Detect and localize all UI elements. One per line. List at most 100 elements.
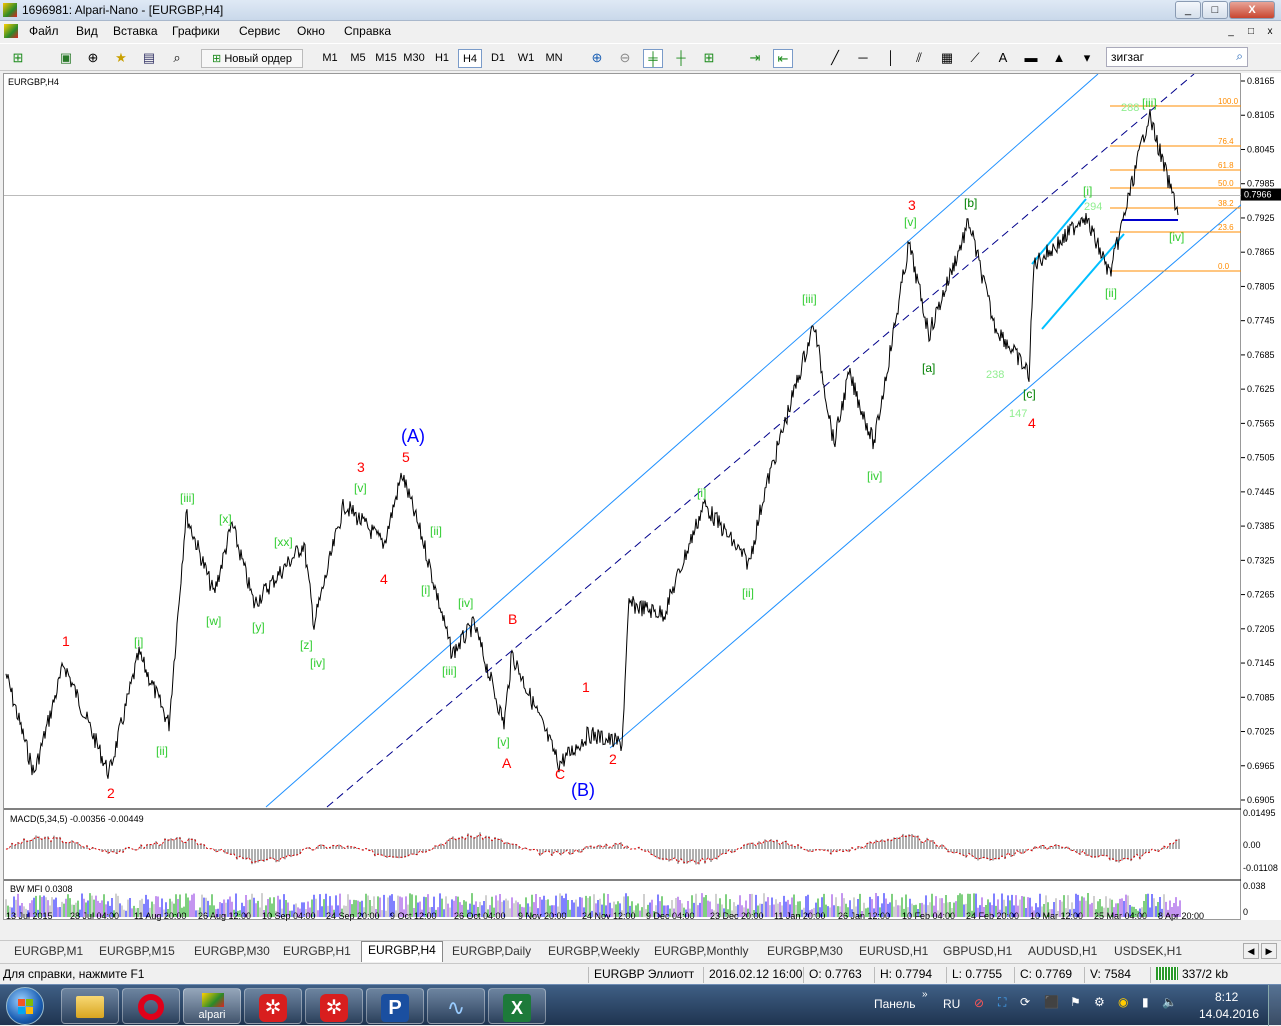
explorer-taskbar-button[interactable] bbox=[61, 988, 119, 1024]
search-icon[interactable]: ⌕ bbox=[1236, 49, 1243, 64]
tray-volume-icon[interactable]: 🔈 bbox=[1162, 995, 1177, 1009]
windows-logo-icon bbox=[18, 999, 25, 1006]
maximize-button[interactable]: □ bbox=[1202, 1, 1228, 19]
tab-eurgbp-daily[interactable]: EURGBP,Daily bbox=[446, 943, 537, 961]
market-watch-icon[interactable]: ▣ bbox=[56, 49, 76, 68]
tab-eurgbp-m1[interactable]: EURGBP,M1 bbox=[8, 943, 89, 961]
tray-chat-icon[interactable]: ◉ bbox=[1118, 995, 1128, 1009]
tray-network-icon[interactable]: ▮ bbox=[1142, 995, 1149, 1009]
zoom-in-icon[interactable]: ⊕ bbox=[587, 49, 607, 68]
label-tool-icon[interactable]: ▬ bbox=[1021, 49, 1041, 68]
clock-date[interactable]: 14.04.2016 bbox=[1199, 1007, 1259, 1021]
timeframe-m30-button[interactable]: M30 bbox=[402, 49, 426, 68]
search-input[interactable]: зигзаг ⌕ bbox=[1106, 47, 1248, 67]
menu-help[interactable]: Справка bbox=[344, 24, 391, 38]
strategy-tester-icon[interactable]: ⌕ bbox=[167, 49, 187, 68]
price-chart[interactable]: EURGBP,H4 MACD(5,34,5) -0.00356 -0.00449 B… bbox=[4, 74, 1242, 921]
chart-window[interactable]: EURGBP,H4 MACD(5,34,5) -0.00356 -0.00449 B… bbox=[3, 73, 1242, 921]
tray-settings-icon[interactable]: ⚙ bbox=[1094, 995, 1105, 1009]
fibonacci-tool-icon[interactable]: ▦ bbox=[937, 49, 957, 68]
fibonacci-fan-icon[interactable]: ⟋ bbox=[965, 49, 985, 68]
tray-app-icon[interactable]: ⬛ bbox=[1044, 995, 1059, 1009]
excel-taskbar-button[interactable]: X bbox=[488, 988, 546, 1024]
window-title: 1696981: Alpari-Nano - [EURGBP,H4] bbox=[22, 3, 224, 17]
line-chart-icon[interactable]: ⊞ bbox=[699, 49, 719, 68]
panel-label[interactable]: Панель bbox=[874, 997, 915, 1011]
timeframe-mn-button[interactable]: MN bbox=[542, 49, 566, 68]
tab-eurgbp-m30[interactable]: EURGBP,M30 bbox=[761, 943, 849, 961]
tab-eurgbp-weekly[interactable]: EURGBP,Weekly bbox=[542, 943, 646, 961]
zoom-out-icon[interactable]: ⊖ bbox=[615, 49, 635, 68]
timeframe-h1-button[interactable]: H1 bbox=[430, 49, 454, 68]
status-profile[interactable]: EURGBP Эллиотт bbox=[588, 967, 694, 983]
navigator-icon[interactable]: ★ bbox=[111, 49, 131, 68]
menu-charts[interactable]: Графики bbox=[172, 24, 220, 38]
opera-taskbar-button[interactable] bbox=[122, 988, 180, 1024]
timeframe-d1-button[interactable]: D1 bbox=[486, 49, 510, 68]
tray-refresh-icon[interactable]: ⟳ bbox=[1020, 995, 1030, 1009]
tab-scroll-right-icon[interactable]: ▶ bbox=[1261, 943, 1277, 959]
timeframe-h4-button[interactable]: H4 bbox=[458, 49, 482, 68]
tab-eurgbp-h1[interactable]: EURGBP,H1 bbox=[277, 943, 357, 961]
tab-eurgbp-m30[interactable]: EURGBP,M30 bbox=[188, 943, 276, 961]
app-taskbar-button-4[interactable]: ∿ bbox=[427, 988, 485, 1024]
tab-usdsek-h1[interactable]: USDSEK,H1 bbox=[1108, 943, 1188, 961]
language-indicator[interactable]: RU bbox=[943, 997, 960, 1011]
tray-screen-icon[interactable]: ⛶ bbox=[998, 995, 1006, 1010]
tab-eurusd-h1[interactable]: EURUSD,H1 bbox=[853, 943, 934, 961]
text-tool-icon[interactable]: A bbox=[993, 49, 1013, 68]
arrow-tool-icon[interactable]: ▲ bbox=[1049, 49, 1069, 68]
menu-service[interactable]: Сервис bbox=[239, 24, 280, 38]
menu-view[interactable]: Вид bbox=[76, 24, 98, 38]
clock-time[interactable]: 8:12 bbox=[1215, 990, 1238, 1004]
app-taskbar-button-2[interactable]: ✲ bbox=[305, 988, 363, 1024]
alpari-taskbar-button[interactable]: alpari bbox=[183, 988, 241, 1024]
mdi-close-button[interactable]: x bbox=[1261, 23, 1279, 41]
new-chart-icon[interactable]: ⊞ bbox=[8, 49, 28, 68]
timeframe-m1-button[interactable]: M1 bbox=[318, 49, 342, 68]
panel-chevron-icon[interactable]: » bbox=[922, 989, 928, 1000]
auto-scroll-icon[interactable]: ⇥ bbox=[745, 49, 765, 68]
tab-gbpusd-h1[interactable]: GBPUSD,H1 bbox=[937, 943, 1018, 961]
vertical-line-tool-icon[interactable]: │ bbox=[881, 49, 901, 68]
more-tools-icon[interactable]: ▾ bbox=[1077, 49, 1097, 68]
mfi-scale-label: 0.038 bbox=[1243, 881, 1266, 891]
timeframe-w1-button[interactable]: W1 bbox=[514, 49, 538, 68]
chart-shift-icon[interactable]: ⇤ bbox=[773, 49, 793, 68]
tab-audusd-h1[interactable]: AUDUSD,H1 bbox=[1022, 943, 1103, 961]
mdi-minimize-button[interactable]: _ bbox=[1222, 23, 1240, 41]
menu-file[interactable]: Файл bbox=[29, 24, 59, 38]
p-app-icon: P bbox=[381, 994, 409, 1022]
new-order-button[interactable]: ⊞ Новый ордер bbox=[201, 49, 303, 68]
menu-window[interactable]: Окно bbox=[297, 24, 325, 38]
show-desktop-button[interactable] bbox=[1268, 985, 1281, 1026]
close-button[interactable]: X bbox=[1229, 1, 1275, 19]
start-button[interactable] bbox=[6, 987, 44, 1025]
trendline-tool-icon[interactable]: ╱ bbox=[825, 49, 845, 68]
minimize-button[interactable]: _ bbox=[1175, 1, 1201, 19]
timeframe-m15-button[interactable]: M15 bbox=[374, 49, 398, 68]
tray-flag-icon[interactable]: ⚑ bbox=[1070, 995, 1081, 1009]
timeframe-m5-button[interactable]: M5 bbox=[346, 49, 370, 68]
app-taskbar-button-1[interactable]: ✲ bbox=[244, 988, 302, 1024]
app-icon bbox=[3, 3, 17, 17]
excel-icon: X bbox=[503, 994, 531, 1022]
tab-eurgbp-h4[interactable]: EURGBP,H4 bbox=[361, 941, 443, 962]
tray-link-icon[interactable]: ⊘ bbox=[974, 996, 984, 1010]
candlestick-icon[interactable]: ┼ bbox=[671, 49, 691, 68]
terminal-icon[interactable]: ▤ bbox=[139, 49, 159, 68]
horizontal-line-tool-icon[interactable]: ─ bbox=[853, 49, 873, 68]
app-taskbar-button-3[interactable]: P bbox=[366, 988, 424, 1024]
connection-icon bbox=[1150, 967, 1178, 983]
crosshair-icon[interactable]: ⊕ bbox=[83, 49, 103, 68]
document-icon[interactable] bbox=[4, 24, 18, 38]
price-scale[interactable]: 0.8165 0.8105 0.8045 0.7985 0.7925 0.7865 0.78… bbox=[1241, 73, 1281, 920]
bar-chart-icon[interactable]: ╪ bbox=[643, 49, 663, 68]
menu-insert[interactable]: Вставка bbox=[113, 24, 158, 38]
wave-label: [iv] bbox=[867, 469, 882, 483]
channel-tool-icon[interactable]: ⫽ bbox=[909, 49, 929, 68]
tab-scroll-left-icon[interactable]: ◀ bbox=[1243, 943, 1259, 959]
tab-eurgbp-m15[interactable]: EURGBP,M15 bbox=[93, 943, 181, 961]
tab-eurgbp-monthly[interactable]: EURGBP,Monthly bbox=[648, 943, 754, 961]
mdi-restore-button[interactable]: □ bbox=[1242, 23, 1260, 41]
